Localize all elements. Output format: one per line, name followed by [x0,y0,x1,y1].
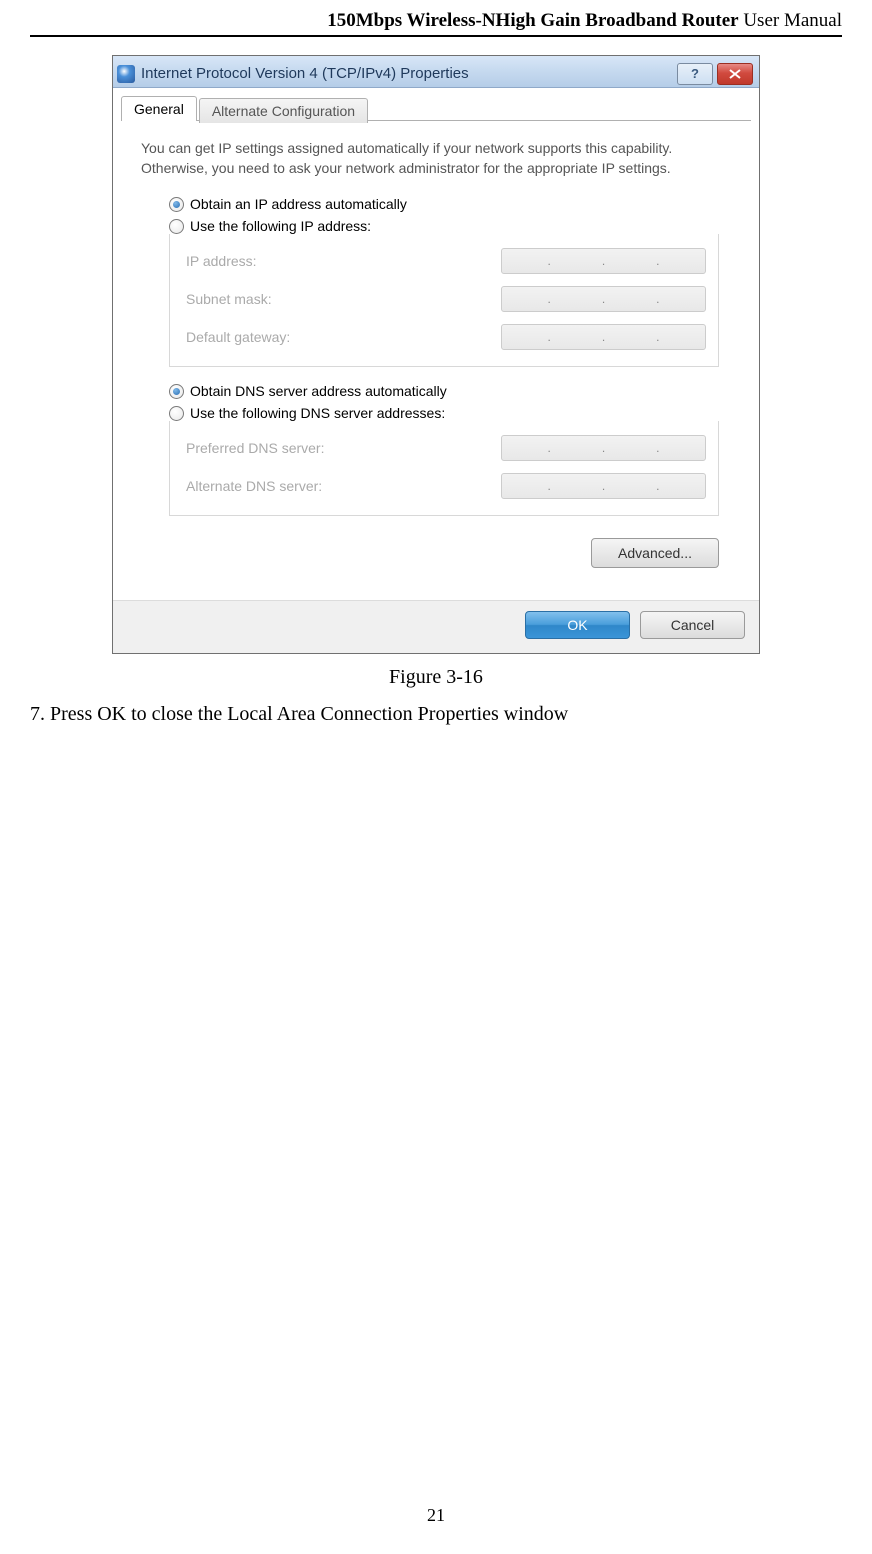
radio-ip-auto[interactable]: Obtain an IP address automatically [169,196,731,212]
radio-dns-manual-label: Use the following DNS server addresses: [190,405,449,421]
app-icon [117,65,135,83]
titlebar: Internet Protocol Version 4 (TCP/IPv4) P… [113,56,759,88]
help-button[interactable]: ? [677,63,713,85]
page-number: 21 [0,1505,872,1526]
cancel-button[interactable]: Cancel [640,611,745,639]
ip-address-input: ... [501,248,706,274]
close-button[interactable] [717,63,753,85]
header-title-normal: User Manual [739,10,842,31]
gateway-input: ... [501,324,706,350]
close-icon [729,69,741,79]
figure-caption: Figure 3-16 [30,666,842,689]
subnet-label: Subnet mask: [186,291,501,307]
preferred-dns-input: ... [501,435,706,461]
ip-address-label: IP address: [186,253,501,269]
radio-icon [169,384,184,399]
radio-ip-manual-icon[interactable] [169,219,184,234]
properties-dialog: Internet Protocol Version 4 (TCP/IPv4) P… [112,55,760,654]
subnet-input: ... [501,286,706,312]
alternate-dns-label: Alternate DNS server: [186,478,501,494]
header-title-bold: 150Mbps Wireless-NHigh Gain Broadband Ro… [327,10,738,31]
radio-dns-auto[interactable]: Obtain DNS server address automatically [169,383,731,399]
tab-general[interactable]: General [121,96,197,121]
radio-icon [169,197,184,212]
window-title: Internet Protocol Version 4 (TCP/IPv4) P… [141,65,469,82]
advanced-button[interactable]: Advanced... [591,538,719,568]
ok-button[interactable]: OK [525,611,630,639]
intro-text: You can get IP settings assigned automat… [141,139,731,178]
step-instruction: 7. Press OK to close the Local Area Conn… [30,703,842,726]
radio-dns-manual-icon[interactable] [169,406,184,421]
ip-fieldset: IP address: ... Subnet mask: ... Default… [169,234,719,367]
radio-ip-manual-label: Use the following IP address: [190,218,375,234]
gateway-label: Default gateway: [186,329,501,345]
radio-dns-auto-label: Obtain DNS server address automatically [190,383,447,399]
radio-ip-auto-label: Obtain an IP address automatically [190,196,407,212]
preferred-dns-label: Preferred DNS server: [186,440,501,456]
alternate-dns-input: ... [501,473,706,499]
tab-alternate[interactable]: Alternate Configuration [199,98,368,123]
page-header: 150Mbps Wireless-NHigh Gain Broadband Ro… [30,10,842,37]
dns-fieldset: Preferred DNS server: ... Alternate DNS … [169,421,719,516]
